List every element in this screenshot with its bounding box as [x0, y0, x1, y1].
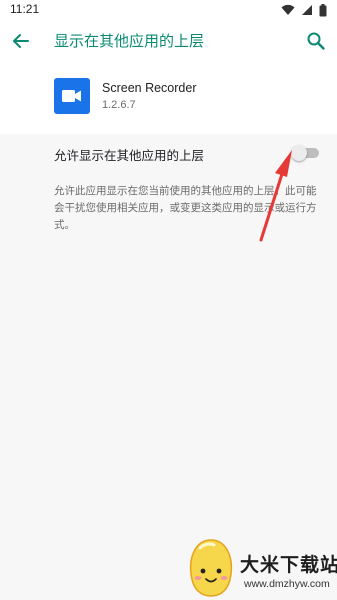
- status-time: 11:21: [10, 2, 40, 16]
- app-version: 1.2.6.7: [102, 99, 136, 111]
- status-icons: [281, 3, 327, 17]
- setting-label: 允许显示在其他应用的上层: [54, 148, 205, 163]
- app-bar: 显示在其他应用的上层: [0, 20, 337, 62]
- status-bar: 11:21: [0, 0, 337, 20]
- search-icon[interactable]: [303, 28, 329, 54]
- cellular-signal-icon: [302, 5, 312, 15]
- watermark: 大米下载站 www.dmzhyw.com: [184, 536, 337, 600]
- watermark-name: 大米下载站: [240, 554, 337, 576]
- rice-mascot-logo: [189, 539, 233, 597]
- wifi-icon: [281, 4, 295, 15]
- app-name: Screen Recorder: [102, 81, 197, 95]
- arrow-back-icon[interactable]: [8, 28, 34, 54]
- videocam-icon: [54, 78, 90, 114]
- page-title: 显示在其他应用的上层: [54, 32, 205, 50]
- red-arrow-annotation: [259, 150, 292, 242]
- app-header: Screen Recorder 1.2.6.7: [0, 62, 337, 134]
- battery-icon: [319, 3, 327, 16]
- watermark-url: www.dmzhyw.com: [244, 578, 330, 590]
